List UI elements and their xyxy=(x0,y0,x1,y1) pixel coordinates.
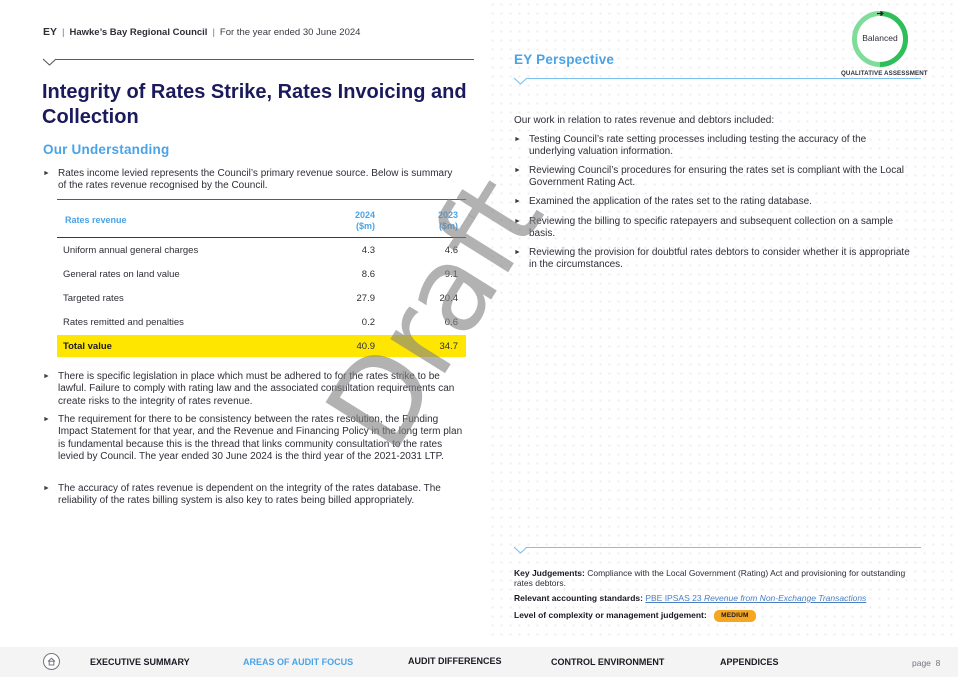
key-judgements-label: Key Judgements: xyxy=(514,568,585,578)
page-number: page 8 xyxy=(912,658,941,668)
bullet-item: ► Examined the application of the rates … xyxy=(514,196,812,207)
bullet-item: ► Reviewing the provision for doubtful r… xyxy=(514,247,910,271)
nav-executive-summary[interactable]: EXECUTIVE SUMMARY xyxy=(90,657,190,667)
bullet-item: ► There is specific legislation in place… xyxy=(43,371,455,407)
bullet-arrow-icon: ► xyxy=(514,218,521,225)
home-button[interactable] xyxy=(43,653,60,670)
nav-control-environment[interactable]: CONTROL ENVIRONMENT xyxy=(551,657,664,667)
key-judgements: Key Judgements: Compliance with the Loca… xyxy=(514,568,909,588)
section-heading-understanding: Our Understanding xyxy=(43,142,170,157)
complexity-badge: MEDIUM xyxy=(714,610,756,622)
rates-revenue-table: Rates revenue 2024 ($m) 2023 ($m) Uniform … xyxy=(57,199,466,357)
divider xyxy=(527,547,921,548)
bullet-item: ► Rates income levied represents the Cou… xyxy=(43,168,453,192)
ey-perspective-panel xyxy=(488,0,958,640)
table-total-row: Total value 40.9 34.7 xyxy=(57,335,466,357)
bullet-arrow-icon: ► xyxy=(514,249,521,256)
table-row: Rates remitted and penalties 0.2 0.6 xyxy=(63,317,458,328)
nav-appendices[interactable]: APPENDICES xyxy=(720,657,779,667)
complexity-label: Level of complexity or management judgem… xyxy=(514,610,707,620)
brand-name: EY xyxy=(43,26,58,38)
header-separator: | xyxy=(62,27,65,38)
accounting-standards: Relevant accounting standards: PBE IPSAS… xyxy=(514,593,909,604)
standards-link[interactable]: PBE IPSAS 23 Revenue from Non-Exchange T… xyxy=(645,593,866,603)
client-name: Hawke’s Bay Regional Council xyxy=(69,27,208,38)
standards-label: Relevant accounting standards: xyxy=(514,593,643,603)
chevron-down-icon xyxy=(42,58,57,66)
bullet-arrow-icon: ► xyxy=(43,485,50,492)
table-header-2024: 2024 ($m) xyxy=(354,210,375,231)
table-row: Targeted rates 27.9 20.4 xyxy=(63,293,458,304)
nav-areas-of-audit-focus[interactable]: AREAS OF AUDIT FOCUS xyxy=(243,657,353,667)
divider xyxy=(56,59,474,60)
header-separator: | xyxy=(212,27,215,38)
chevron-down-icon xyxy=(513,546,528,554)
table-header-row: Rates revenue 2024 ($m) 2023 ($m) xyxy=(57,200,466,238)
period-text: For the year ended 30 June 2024 xyxy=(219,27,361,38)
chevron-down-icon xyxy=(513,77,528,85)
bullet-arrow-icon: ► xyxy=(43,416,50,423)
nav-audit-differences[interactable]: AUDIT DIFFERENCES xyxy=(408,656,502,666)
complexity-level: Level of complexity or management judgem… xyxy=(514,610,909,622)
bullet-item: ► The requirement for there to be consis… xyxy=(43,414,463,463)
bullet-arrow-icon: ► xyxy=(514,167,521,174)
bullet-item: ► The accuracy of rates revenue is depen… xyxy=(43,483,441,507)
table-row: Uniform annual general charges 4.3 4.6 xyxy=(63,245,458,256)
bullet-arrow-icon: ► xyxy=(514,198,521,205)
table-header-2023: 2023 ($m) xyxy=(437,210,458,231)
perspective-intro: Our work in relation to rates revenue an… xyxy=(514,115,775,126)
home-icon xyxy=(47,657,56,666)
page-header: EY | Hawke’s Bay Regional Council | For the … xyxy=(43,26,360,38)
footer-nav: EXECUTIVE SUMMARY AREAS OF AUDIT FOCUS A… xyxy=(0,647,958,677)
bullet-arrow-icon: ► xyxy=(514,136,521,143)
table-row: General rates on land value 8.6 9.1 xyxy=(63,269,458,280)
qualitative-assessment-label: QUALITATIVE ASSESSMENT xyxy=(841,70,928,77)
bullet-item: ► Testing Council’s rate setting process… xyxy=(514,134,867,158)
divider xyxy=(527,78,921,79)
bullet-item: ► Reviewing Council’s procedures for ens… xyxy=(514,165,905,189)
bullet-arrow-icon: ► xyxy=(43,170,50,177)
bullet-item: ► Reviewing the billing to specific rate… xyxy=(514,216,894,240)
section-heading-perspective: EY Perspective xyxy=(514,52,615,67)
page-title: Integrity of Rates Strike, Rates Invoici… xyxy=(42,81,467,128)
bullet-arrow-icon: ► xyxy=(43,373,50,380)
table-header-label: Rates revenue xyxy=(65,215,127,225)
assessment-value: Balanced xyxy=(862,33,898,43)
